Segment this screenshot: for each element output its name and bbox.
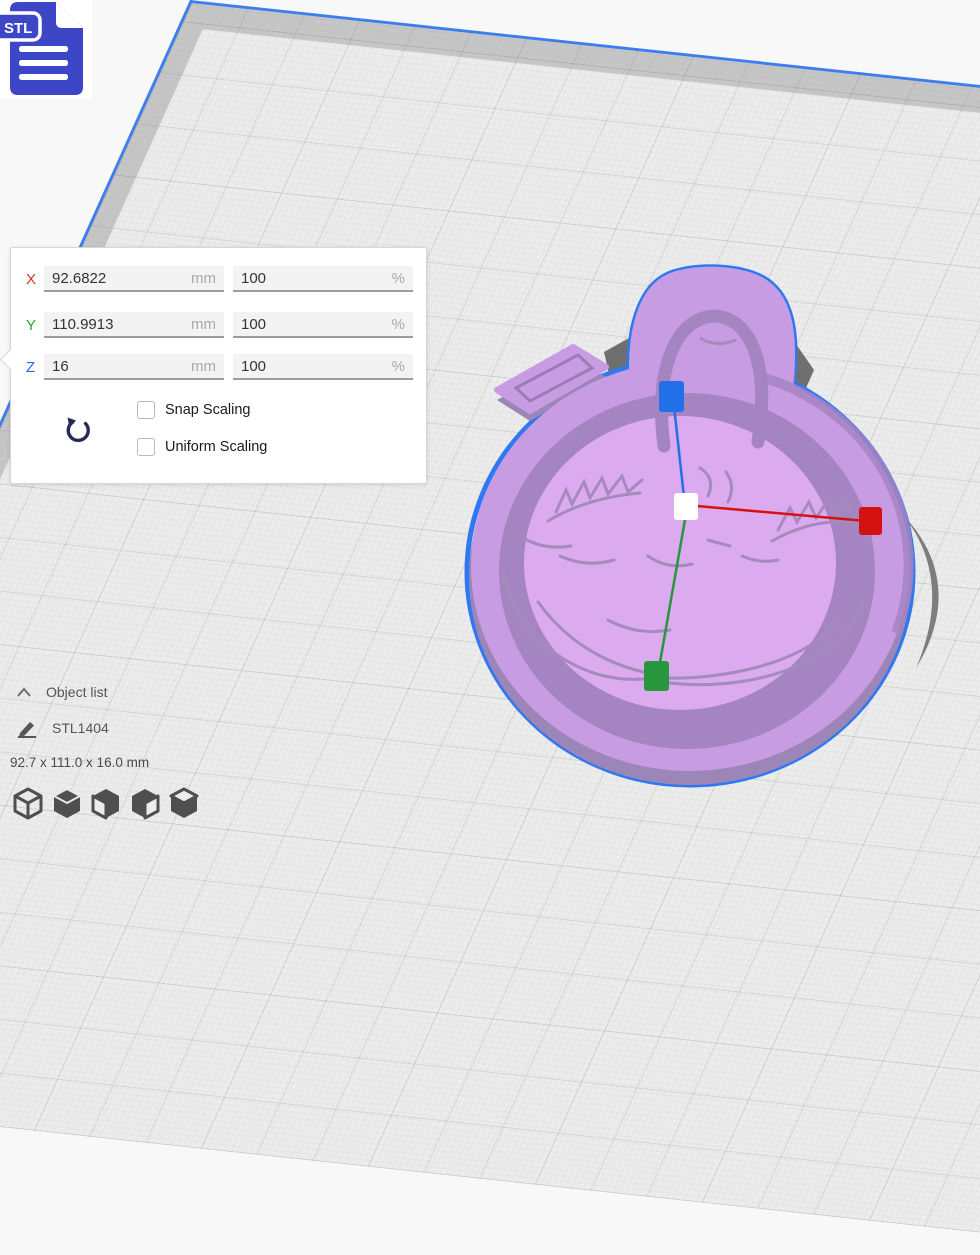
view-3d-button[interactable] bbox=[12, 786, 44, 820]
scale-y-mm-value: 110.9913 bbox=[52, 316, 113, 333]
viewport-3d[interactable]: STL X 92.6822 mm 100 % Y 110.9913 mm 100 bbox=[0, 0, 980, 832]
uniform-scaling-row: Uniform Scaling bbox=[137, 438, 267, 456]
scale-handle-center[interactable] bbox=[674, 493, 698, 520]
uniform-scaling-checkbox[interactable] bbox=[137, 438, 155, 456]
object-name: STL1404 bbox=[52, 720, 109, 736]
percent-unit-label: % bbox=[392, 316, 405, 333]
mm-unit-label: mm bbox=[191, 316, 216, 333]
chevron-up-icon bbox=[16, 686, 32, 698]
svg-text:STL: STL bbox=[4, 20, 32, 37]
object-list-title: Object list bbox=[46, 684, 107, 700]
scale-handle-y[interactable] bbox=[644, 661, 669, 691]
scale-tool-panel: X 92.6822 mm 100 % Y 110.9913 mm 100 % Z bbox=[10, 247, 427, 484]
view-top-cube-icon bbox=[168, 786, 200, 820]
scale-z-mm-value: 16 bbox=[52, 358, 69, 375]
view-left-cube-icon bbox=[129, 786, 161, 820]
scale-x-mm-value: 92.6822 bbox=[52, 270, 106, 287]
uniform-scaling-label: Uniform Scaling bbox=[165, 439, 267, 455]
rotate-ccw-icon bbox=[63, 416, 93, 446]
scale-x-mm-field[interactable]: 92.6822 mm bbox=[44, 266, 224, 292]
view-front-cube-icon bbox=[90, 786, 122, 820]
z-axis-label: Z bbox=[26, 359, 46, 377]
view-solid-cube-icon bbox=[51, 786, 83, 820]
snap-scaling-row: Snap Scaling bbox=[137, 401, 250, 419]
model-dimensions-readout: 92.7 x 111.0 x 16.0 mm bbox=[10, 755, 149, 770]
model-stl1404[interactable] bbox=[467, 267, 913, 785]
view-3d-cube-icon bbox=[12, 786, 44, 820]
pencil-icon bbox=[16, 718, 38, 738]
scale-z-mm-field[interactable]: 16 mm bbox=[44, 354, 224, 380]
scale-z-percent-value: 100 bbox=[241, 358, 266, 375]
scale-y-percent-field[interactable]: 100 % bbox=[233, 312, 413, 338]
mm-unit-label: mm bbox=[191, 270, 216, 287]
y-axis-label: Y bbox=[26, 317, 46, 335]
snap-scaling-label: Snap Scaling bbox=[165, 402, 250, 418]
object-list-toggle[interactable]: Object list bbox=[16, 684, 107, 700]
scale-handle-z[interactable] bbox=[659, 381, 684, 412]
snap-scaling-checkbox[interactable] bbox=[137, 401, 155, 419]
scale-y-mm-field[interactable]: 110.9913 mm bbox=[44, 312, 224, 338]
object-list-item[interactable]: STL1404 bbox=[16, 718, 109, 738]
percent-unit-label: % bbox=[392, 358, 405, 375]
reset-scale-button[interactable] bbox=[63, 416, 93, 446]
stl-file-thumbnail: STL bbox=[0, 0, 92, 98]
x-axis-label: X bbox=[26, 271, 46, 289]
percent-unit-label: % bbox=[392, 270, 405, 287]
scale-z-percent-field[interactable]: 100 % bbox=[233, 354, 413, 380]
scale-x-percent-value: 100 bbox=[241, 270, 266, 287]
scale-y-percent-value: 100 bbox=[241, 316, 266, 333]
scale-handle-x[interactable] bbox=[859, 507, 882, 535]
view-front-button[interactable] bbox=[90, 786, 122, 820]
stl-document-icon: STL bbox=[0, 0, 92, 98]
view-left-button[interactable] bbox=[129, 786, 161, 820]
view-top-button[interactable] bbox=[168, 786, 200, 820]
view-solid-button[interactable] bbox=[51, 786, 83, 820]
scale-x-percent-field[interactable]: 100 % bbox=[233, 266, 413, 292]
camera-view-toolbar bbox=[12, 786, 200, 820]
mm-unit-label: mm bbox=[191, 358, 216, 375]
